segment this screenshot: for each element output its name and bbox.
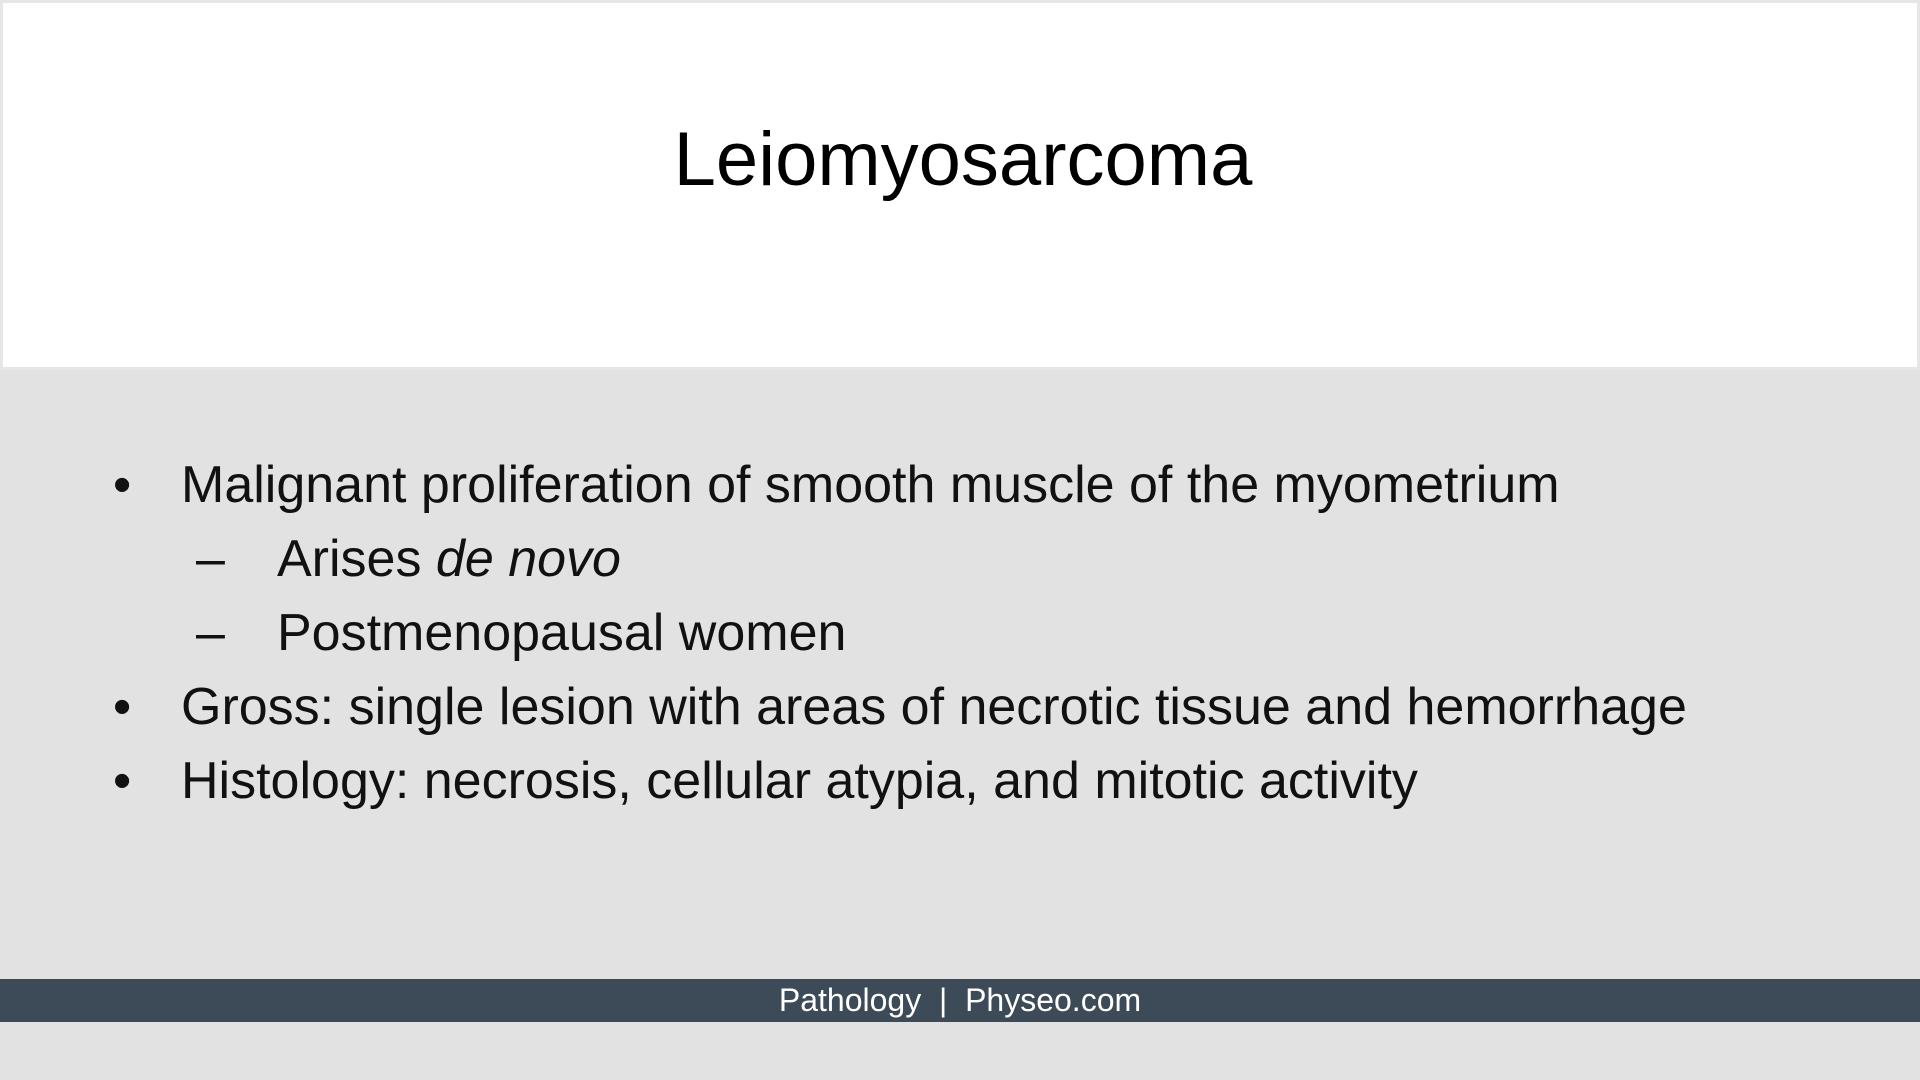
footer-bar: Pathology | Physeo.com [0,979,1920,1022]
bullet-list: • Malignant proliferation of smooth musc… [0,448,1920,818]
list-item: • Histology: necrosis, cellular atypia, … [0,744,1920,818]
list-item: • Gross: single lesion with areas of nec… [0,670,1920,744]
bullet-marker: • [113,678,132,736]
title-box: Leiomyosarcoma [0,0,1920,370]
list-item: • Malignant proliferation of smooth musc… [0,448,1920,522]
bullet-marker: • [113,752,132,810]
sub-list-item: – Postmenopausal women [0,596,1920,670]
bullet-marker: • [113,456,132,514]
sub-bullet-text-plain: Arises [277,530,436,588]
bullet-text: Histology: necrosis, cellular atypia, an… [181,752,1418,810]
bullet-text: Malignant proliferation of smooth muscle… [181,456,1560,514]
footer-subject: Pathology [778,982,922,1018]
slide-title: Leiomyosarcoma [673,117,1253,202]
footer-site: Physeo.com [965,982,1142,1018]
sub-bullet-text: Postmenopausal women [277,604,847,662]
dash-marker: – [196,604,225,662]
sub-bullet-text: Arises de novo [277,522,621,596]
bullet-text: Gross: single lesion with areas of necro… [181,678,1687,736]
sub-bullet-text-italic: de novo [435,530,621,588]
slide: Leiomyosarcoma • Malignant proliferation… [0,0,1920,1080]
dash-marker: – [196,530,225,588]
footer-separator: | [938,982,948,1018]
sub-list-item: – Arises de novo [0,522,1920,596]
